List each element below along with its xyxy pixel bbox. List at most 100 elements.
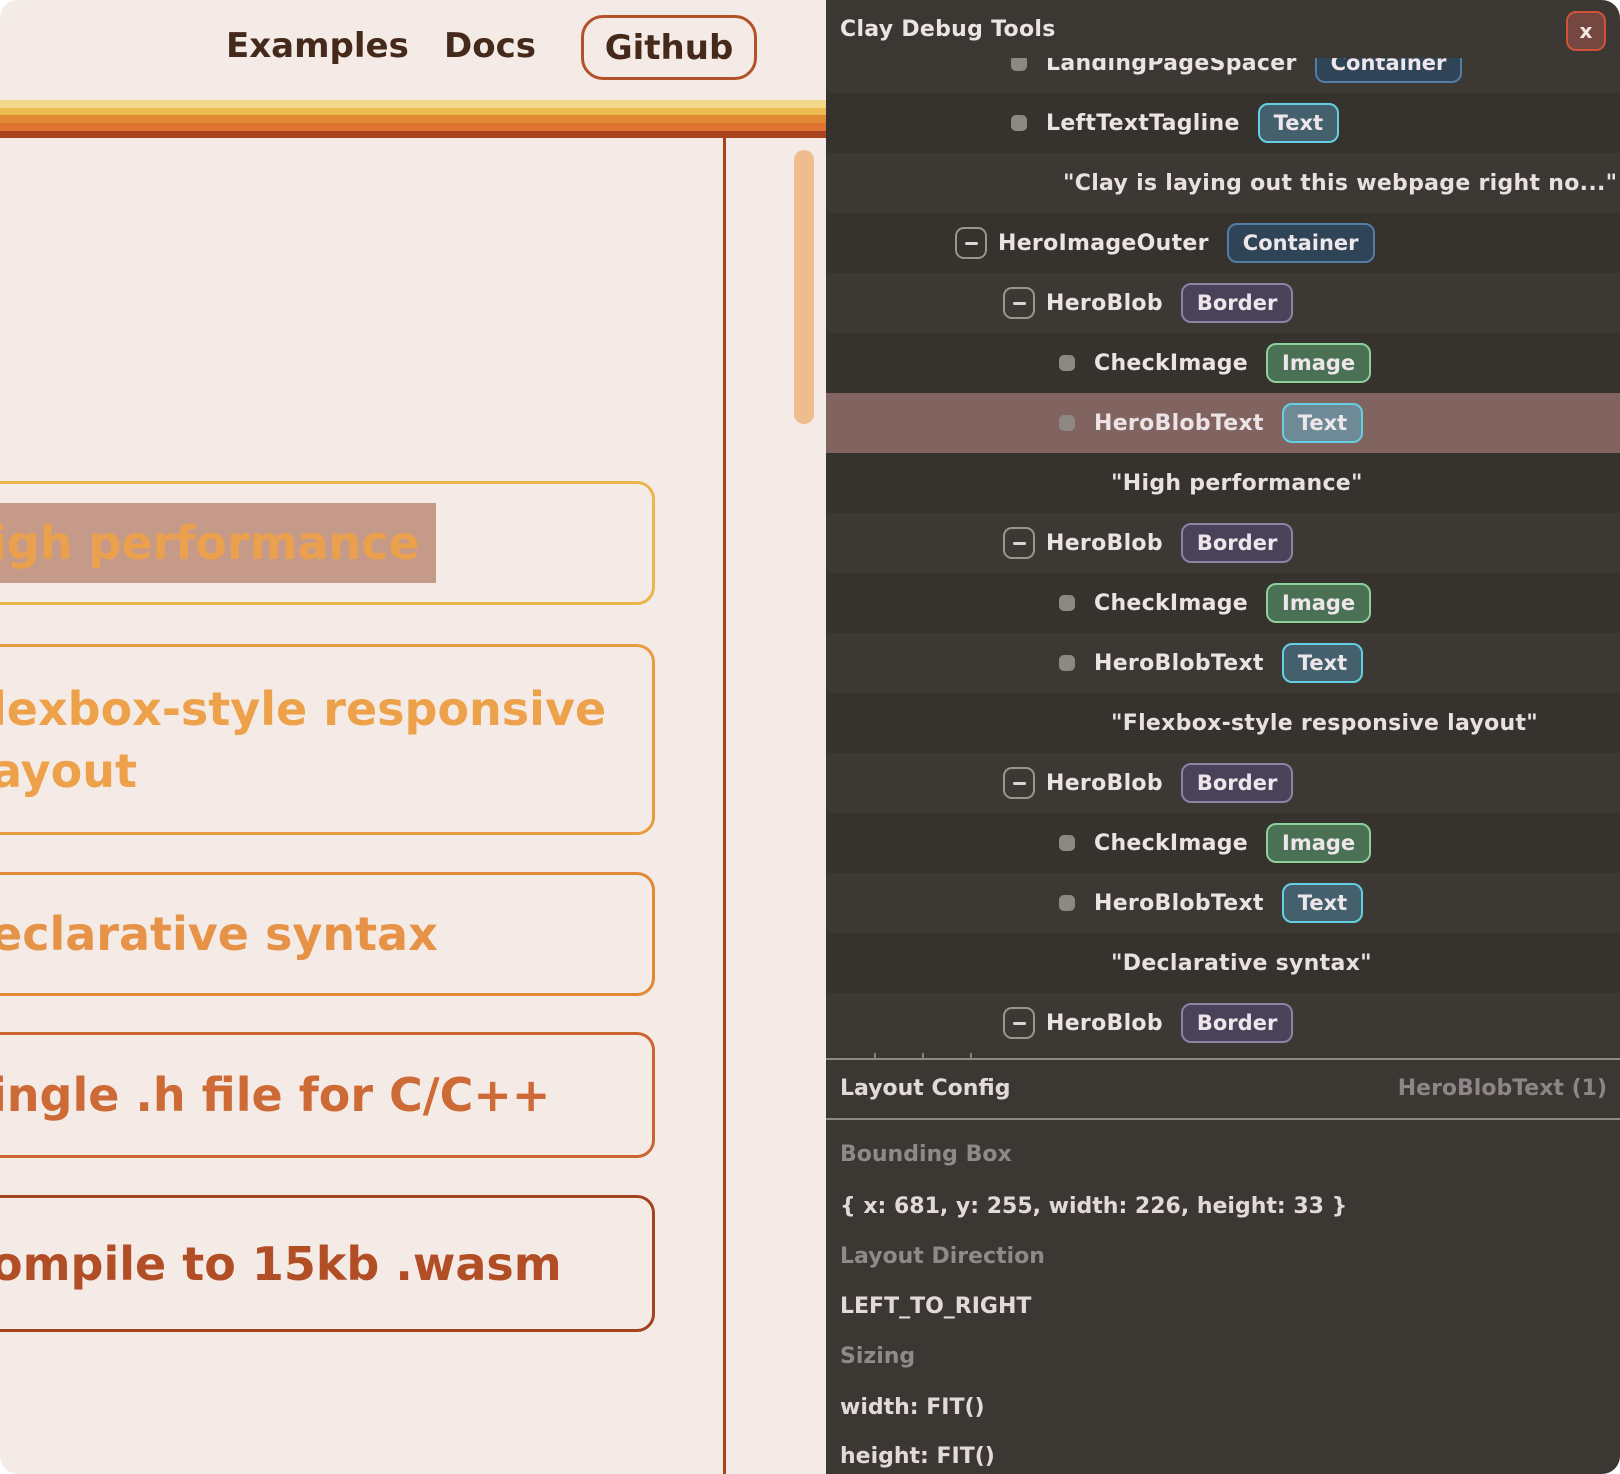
feature-box: eclarative syntax	[0, 872, 655, 996]
type-badge-text: Text	[1258, 103, 1339, 143]
feature-text: eclarative syntax	[0, 903, 652, 965]
minus-icon	[1013, 782, 1026, 785]
collapse-button[interactable]	[1003, 767, 1035, 799]
tree-node-label: CheckImage	[1094, 351, 1248, 376]
page-scrollbar-thumb[interactable]	[794, 150, 814, 424]
layout-config-header: Layout Config HeroBlobText (1)	[826, 1058, 1620, 1118]
bullet-icon	[1059, 595, 1075, 611]
bullet-icon	[1059, 655, 1075, 671]
feature-text: igh performance	[0, 503, 652, 583]
layout-config-title: Layout Config	[840, 1058, 1010, 1118]
bullet-icon	[1011, 115, 1027, 131]
collapse-toggle[interactable]	[1003, 287, 1035, 319]
collapse-button[interactable]	[1003, 527, 1035, 559]
type-badge-container: Container	[1227, 223, 1375, 263]
config-property-label: Sizing	[840, 1342, 915, 1372]
leaf-bullet-icon	[1051, 647, 1083, 679]
tree-node-row-HeroImageOuter[interactable]: HeroImageOuter Container	[826, 213, 1620, 273]
tree-node-row-HeroBlob[interactable]: HeroBlob Border	[826, 993, 1620, 1053]
tree-quote-row: "High performance"	[826, 453, 1620, 513]
tree-node-label: CheckImage	[1094, 831, 1248, 856]
tree-quote-row: "Declarative syntax"	[826, 933, 1620, 993]
tree-node-label: HeroBlob	[1046, 531, 1163, 556]
tree-node-row-HeroBlobText[interactable]: HeroBlobTextText	[826, 873, 1620, 933]
tree-node-row-LeftTextTagline[interactable]: LeftTextTagline Text	[826, 93, 1620, 153]
type-badge-image: Image	[1266, 583, 1371, 623]
leaf-bullet-icon	[1003, 107, 1035, 139]
nav-item-docs[interactable]: Docs	[444, 26, 536, 66]
leaf-bullet-icon	[1051, 347, 1083, 379]
type-badge-text: Text	[1282, 643, 1363, 683]
feature-box: igh performance	[0, 481, 655, 605]
tree-node-row-HeroBlob[interactable]: HeroBlob Border	[826, 273, 1620, 333]
tree-node-row-HeroBlob[interactable]: HeroBlob Border	[826, 513, 1620, 573]
config-property-value: { x: 681, y: 255, width: 226, height: 33…	[840, 1192, 1347, 1222]
tree-quote-row: "Flexbox-style responsive layout"	[826, 693, 1620, 753]
tree-node-row-CheckImage[interactable]: CheckImageImage	[826, 333, 1620, 393]
collapse-button[interactable]	[955, 227, 987, 259]
header-stripe-5	[0, 131, 826, 138]
config-property-value: width: FIT()	[840, 1393, 985, 1423]
type-badge-text: Text	[1282, 883, 1363, 923]
section-divider-line	[723, 138, 726, 1474]
tree-node-row-LandingPageSpacer[interactable]: LandingPageSpacer Container	[826, 58, 1620, 93]
feature-text: ayout	[0, 740, 652, 802]
leaf-bullet-icon	[1003, 58, 1035, 79]
close-icon[interactable]: x	[1566, 11, 1606, 51]
feature-box: lexbox-style responsiveayout	[0, 644, 655, 835]
landing-page: Examples Docs Github igh performance lexbo…	[0, 0, 826, 1474]
tree-node-label: HeroBlobText	[1094, 651, 1264, 676]
minus-icon	[1013, 302, 1026, 305]
github-button[interactable]: Github	[581, 15, 757, 80]
tree-node-row-HeroBlobText[interactable]: HeroBlobText Text	[826, 633, 1620, 693]
minus-icon	[1013, 542, 1026, 545]
collapse-toggle[interactable]	[955, 227, 987, 259]
selected-element-highlight: igh performance	[0, 503, 436, 583]
collapse-toggle[interactable]	[1003, 1007, 1035, 1039]
bullet-icon	[1059, 835, 1075, 851]
leaf-bullet-icon	[1051, 587, 1083, 619]
bullet-icon	[1059, 415, 1075, 431]
tree-node-label: HeroImageOuter	[998, 231, 1209, 256]
config-property-value: LEFT_TO_RIGHT	[840, 1292, 1031, 1322]
tree-node-label: HeroBlobText	[1094, 411, 1264, 436]
header-stripe-4	[0, 123, 826, 131]
leaf-bullet-icon	[1051, 827, 1083, 859]
type-badge-container: Container	[1315, 58, 1463, 83]
type-badge-image: Image	[1266, 823, 1371, 863]
bullet-icon	[1059, 895, 1075, 911]
tree-node-label: LeftTextTagline	[1046, 111, 1240, 136]
leaf-bullet-icon	[1051, 887, 1083, 919]
type-badge-border: Border	[1181, 523, 1293, 563]
tree-node-label: HeroBlob	[1046, 291, 1163, 316]
tree-node-row-CheckImage[interactable]: CheckImage Image	[826, 573, 1620, 633]
collapse-button[interactable]	[1003, 287, 1035, 319]
nav-item-examples[interactable]: Examples	[226, 26, 409, 66]
tree-node-label: HeroBlob	[1046, 771, 1163, 796]
tree-node-row-CheckImage[interactable]: CheckImage Image	[826, 813, 1620, 873]
header-stripe-2	[0, 108, 826, 115]
tree-node-label: LandingPageSpacer	[1046, 58, 1297, 76]
tree-quote-text: "High performance"	[1111, 471, 1363, 496]
type-badge-border: Border	[1181, 763, 1293, 803]
tree-node-row-HeroBlob[interactable]: HeroBlob Border	[826, 753, 1620, 813]
type-badge-border: Border	[1181, 1003, 1293, 1043]
tree-node-row-HeroBlobText[interactable]: HeroBlobTextText	[826, 393, 1620, 453]
tree-node-label: HeroBlob	[1046, 1011, 1163, 1036]
tree-quote-text: "Flexbox-style responsive layout"	[1111, 711, 1538, 736]
selected-element-label: HeroBlobText (1)	[1398, 1058, 1607, 1118]
header-stripe-1	[0, 100, 826, 108]
debug-panel: Clay Debug Tools x LandingPageSpacer Cont…	[826, 0, 1620, 1474]
app-window: Examples Docs Github igh performance lexbo…	[0, 0, 1620, 1474]
collapse-toggle[interactable]	[1003, 767, 1035, 799]
bullet-icon	[1059, 355, 1075, 371]
leaf-bullet-icon	[1051, 407, 1083, 439]
config-property-label: Bounding Box	[840, 1140, 1012, 1170]
tree-quote-text: "Clay is laying out this webpage right n…	[1063, 171, 1617, 196]
debug-panel-title: Clay Debug Tools	[840, 0, 1056, 58]
layout-config-body: Bounding Box { x: 681, y: 255, width: 226…	[826, 1118, 1620, 1474]
collapse-toggle[interactable]	[1003, 527, 1035, 559]
type-badge-border: Border	[1181, 283, 1293, 323]
collapse-button[interactable]	[1003, 1007, 1035, 1039]
tree-node-label: CheckImage	[1094, 591, 1248, 616]
